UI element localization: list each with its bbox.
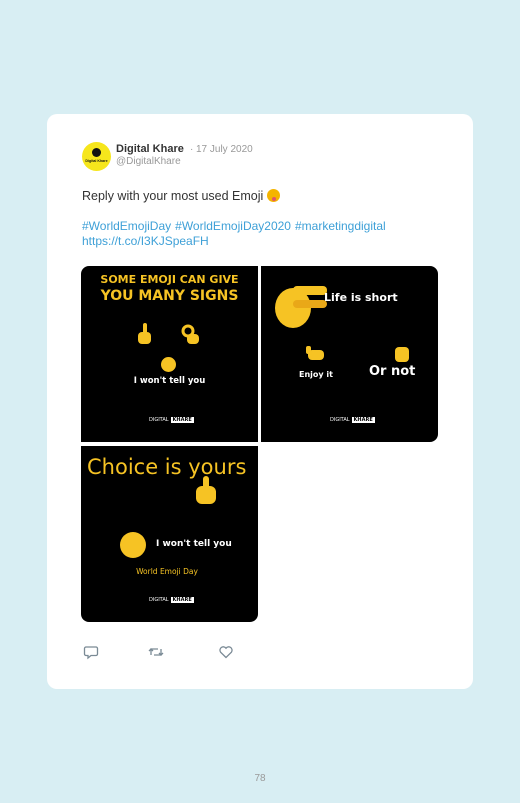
- brand-left: DIGITAL: [149, 417, 169, 423]
- shushing-face-icon: [161, 357, 176, 372]
- panel1-caption: I won't tell you: [133, 376, 206, 386]
- page-number: 78: [254, 773, 266, 784]
- hashtag-link[interactable]: #WorldEmojiDay: [82, 219, 171, 233]
- user-name[interactable]: Digital Khare: [116, 143, 184, 155]
- brand-left: DIGITAL: [149, 597, 169, 603]
- logo-mark: [92, 148, 101, 157]
- media-image-2[interactable]: Life is short Enjoy it Or not DIGITAL KHA…: [261, 266, 438, 442]
- media-image-3[interactable]: Choice is yours I won't tell you World E…: [81, 446, 258, 622]
- call-me-hand-icon: [306, 346, 324, 360]
- raised-fist-icon: [395, 347, 409, 362]
- shushing-face-icon: [120, 532, 146, 558]
- tweet-text-content: Reply with your most used Emoji: [82, 189, 264, 203]
- pinching-hand-icon: [275, 286, 327, 328]
- panel3-heading: Choice is yours: [87, 455, 247, 479]
- hashtag-link[interactable]: #WorldEmojiDay2020: [175, 219, 291, 233]
- winking-tongue-emoji-icon: [267, 189, 281, 202]
- panel1-brand: DIGITAL KHARE: [149, 417, 194, 423]
- avatar[interactable]: Digital Khare: [82, 142, 111, 171]
- avatar-logo-text: Digital Khare: [85, 159, 108, 163]
- tweet-actions: [82, 644, 242, 660]
- brand-right: KHARE: [170, 597, 194, 603]
- panel2-right-caption: Or not: [369, 364, 416, 379]
- panel1-heading-line1: SOME EMOJI CAN GIVE: [100, 273, 239, 286]
- retweet-icon[interactable]: [148, 644, 164, 660]
- panel3-brand: DIGITAL KHARE: [149, 597, 194, 603]
- panel2-brand: DIGITAL KHARE: [330, 417, 375, 423]
- tweet-link[interactable]: https://t.co/I3KJSpeaFH: [82, 234, 209, 248]
- panel2-heading: Life is short: [324, 291, 398, 304]
- pointing-up-icon: [196, 476, 216, 504]
- tweet-date[interactable]: 17 July 2020: [196, 144, 253, 155]
- panel3-caption: I won't tell you: [156, 539, 232, 549]
- tweet-text: Reply with your most used Emoji: [82, 189, 281, 203]
- user-handle[interactable]: @DigitalKhare: [116, 156, 181, 167]
- hashtags: #WorldEmojiDay #WorldEmojiDay2020 #marketi…: [82, 219, 462, 234]
- media-grid: SOME EMOJI CAN GIVE YOU MANY SIGNS I won…: [81, 266, 438, 622]
- ok-hand-icon: [181, 324, 199, 344]
- panel1-heading-line2: YOU MANY SIGNS: [100, 288, 239, 304]
- brand-right: KHARE: [170, 417, 194, 423]
- brand-left: DIGITAL: [330, 417, 350, 423]
- panel2-left-caption: Enjoy it: [299, 370, 333, 379]
- media-image-1[interactable]: SOME EMOJI CAN GIVE YOU MANY SIGNS I won…: [81, 266, 258, 442]
- heart-icon[interactable]: [218, 644, 234, 660]
- brand-right: KHARE: [351, 417, 375, 423]
- panel3-subcaption: World Emoji Day: [136, 567, 198, 576]
- pointing-up-icon: [138, 323, 151, 344]
- tweet-card: Digital Khare Digital Khare · 17 July 20…: [47, 114, 473, 689]
- reply-icon[interactable]: [83, 644, 99, 660]
- hashtag-link[interactable]: #marketingdigital: [295, 219, 386, 233]
- separator: ·: [190, 144, 194, 155]
